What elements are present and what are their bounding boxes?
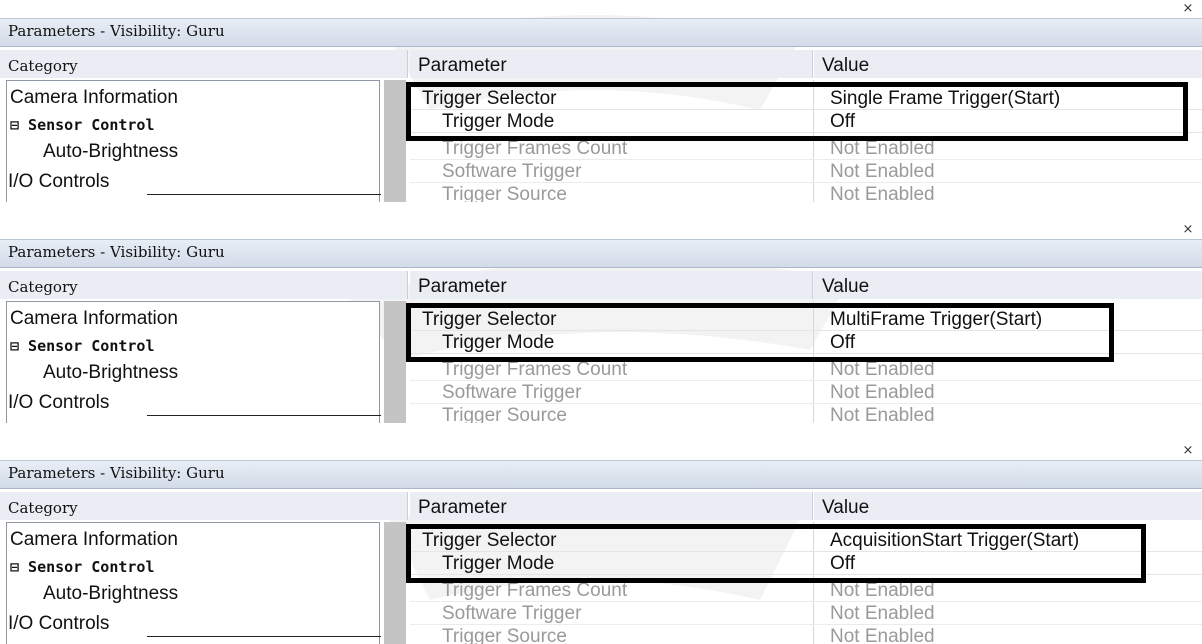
parameter-row-trigger-selector[interactable]: Trigger Selector MultiFrame Trigger(Star… [410,309,1202,331]
category-item-auto-brightness[interactable]: Auto-Brightness [43,362,178,384]
category-item-sensor-control[interactable]: ⊟ Sensor Control [10,337,155,355]
panel-title-bar: Parameters - Visibility: Guru [0,460,1202,489]
category-header-label: Category [8,57,78,75]
parameter-row-trigger-frames-count[interactable]: Trigger Frames Count Not Enabled [410,138,1202,160]
parameter-value: Not Enabled [830,580,935,601]
divider [147,415,381,416]
category-item-sensor-control[interactable]: ⊟ Sensor Control [10,558,155,576]
category-item-camera-information[interactable]: Camera Information [10,308,178,330]
category-item-io-controls[interactable]: I/O Controls [8,392,109,414]
value-column-header[interactable]: Value [814,50,1202,78]
panel-title-bar: Parameters - Visibility: Guru [0,18,1202,47]
parameter-value: Not Enabled [830,161,935,182]
category-column-header[interactable]: Category [0,50,408,78]
parameter-header-label: Parameter [418,497,507,518]
value-header-label: Value [822,55,870,76]
category-item-auto-brightness[interactable]: Auto-Brightness [43,141,178,163]
parameter-value: Not Enabled [830,138,935,159]
parameter-value: MultiFrame Trigger(Start) [830,309,1043,330]
parameter-name: Software Trigger [442,382,582,403]
parameter-name: Trigger Source [442,626,567,644]
parameter-column-header[interactable]: Parameter [410,271,813,299]
parameters-panel-2: × Parameters - Visibility: Guru Category… [0,221,1202,423]
parameter-value: Not Enabled [830,603,935,624]
parameter-name: Trigger Mode [442,111,555,132]
column-header-row: Category Parameter Value [0,492,1202,520]
close-icon[interactable]: × [1180,223,1196,237]
category-item-camera-information[interactable]: Camera Information [10,87,178,109]
value-header-label: Value [822,497,870,518]
parameter-name: Trigger Frames Count [442,138,628,159]
panel-title: Parameters - Visibility: Guru [8,22,225,40]
parameter-row-trigger-source[interactable]: Trigger Source Not Enabled [410,184,1202,202]
parameter-row-trigger-mode[interactable]: Trigger Mode Off [410,553,1202,575]
category-header-label: Category [8,499,78,517]
row-gutter [384,301,406,423]
column-header-row: Category Parameter Value [0,50,1202,78]
parameter-row-software-trigger[interactable]: Software Trigger Not Enabled [410,603,1202,625]
column-header-row: Category Parameter Value [0,271,1202,299]
close-icon[interactable]: × [1180,2,1196,16]
category-item-io-controls[interactable]: I/O Controls [8,171,109,193]
parameter-name: Software Trigger [442,603,582,624]
parameter-row-trigger-frames-count[interactable]: Trigger Frames Count Not Enabled [410,359,1202,381]
parameter-value: Off [830,553,855,574]
close-icon[interactable]: × [1180,444,1196,458]
parameter-header-label: Parameter [418,276,507,297]
parameter-row-software-trigger[interactable]: Software Trigger Not Enabled [410,161,1202,183]
parameter-value: Not Enabled [830,405,935,423]
panel-title-bar: Parameters - Visibility: Guru [0,239,1202,268]
parameter-name: Trigger Selector [422,309,557,330]
parameter-name: Trigger Source [442,405,567,423]
category-item-io-controls[interactable]: I/O Controls [8,613,109,635]
parameter-value: Off [830,111,855,132]
value-header-label: Value [822,276,870,297]
parameter-name: Trigger Mode [442,332,555,353]
category-item-sensor-control[interactable]: ⊟ Sensor Control [10,116,155,134]
parameter-row-trigger-source[interactable]: Trigger Source Not Enabled [410,405,1202,423]
parameter-row-trigger-frames-count[interactable]: Trigger Frames Count Not Enabled [410,580,1202,602]
parameter-name: Trigger Mode [442,553,555,574]
category-tree: Camera Information ⊟ Sensor Control Auto… [6,301,381,423]
row-gutter [384,522,406,644]
parameter-row-software-trigger[interactable]: Software Trigger Not Enabled [410,382,1202,404]
value-column-header[interactable]: Value [814,492,1202,520]
parameter-name: Trigger Selector [422,88,557,109]
parameter-name: Trigger Frames Count [442,359,628,380]
parameter-row-trigger-source[interactable]: Trigger Source Not Enabled [410,626,1202,644]
divider [147,194,381,195]
row-gutter [384,80,406,202]
parameter-value: Off [830,332,855,353]
parameter-value: Not Enabled [830,382,935,403]
parameter-row-trigger-mode[interactable]: Trigger Mode Off [410,111,1202,133]
parameter-column-header[interactable]: Parameter [410,492,813,520]
parameters-panel-3: × Parameters - Visibility: Guru Category… [0,442,1202,644]
parameter-row-trigger-mode[interactable]: Trigger Mode Off [410,332,1202,354]
category-item-auto-brightness[interactable]: Auto-Brightness [43,583,178,605]
parameter-value: Not Enabled [830,359,935,380]
parameter-row-trigger-selector[interactable]: Trigger Selector Single Frame Trigger(St… [410,88,1202,110]
parameter-name: Software Trigger [442,161,582,182]
category-column-header[interactable]: Category [0,492,408,520]
parameter-name: Trigger Selector [422,530,557,551]
category-tree: Camera Information ⊟ Sensor Control Auto… [6,80,381,202]
parameter-value: AcquisitionStart Trigger(Start) [830,530,1080,551]
category-tree: Camera Information ⊟ Sensor Control Auto… [6,522,381,644]
value-column-header[interactable]: Value [814,271,1202,299]
category-item-camera-information[interactable]: Camera Information [10,529,178,551]
divider [147,636,381,637]
parameter-value: Single Frame Trigger(Start) [830,88,1061,109]
parameter-column-header[interactable]: Parameter [410,50,813,78]
parameter-header-label: Parameter [418,55,507,76]
parameter-row-trigger-selector[interactable]: Trigger Selector AcquisitionStart Trigge… [410,530,1202,552]
parameter-name: Trigger Frames Count [442,580,628,601]
parameter-value: Not Enabled [830,184,935,202]
panel-title: Parameters - Visibility: Guru [8,243,225,261]
parameter-name: Trigger Source [442,184,567,202]
parameter-value: Not Enabled [830,626,935,644]
parameters-panel-1: × Parameters - Visibility: Guru Category… [0,0,1202,202]
category-header-label: Category [8,278,78,296]
panel-title: Parameters - Visibility: Guru [8,464,225,482]
category-column-header[interactable]: Category [0,271,408,299]
